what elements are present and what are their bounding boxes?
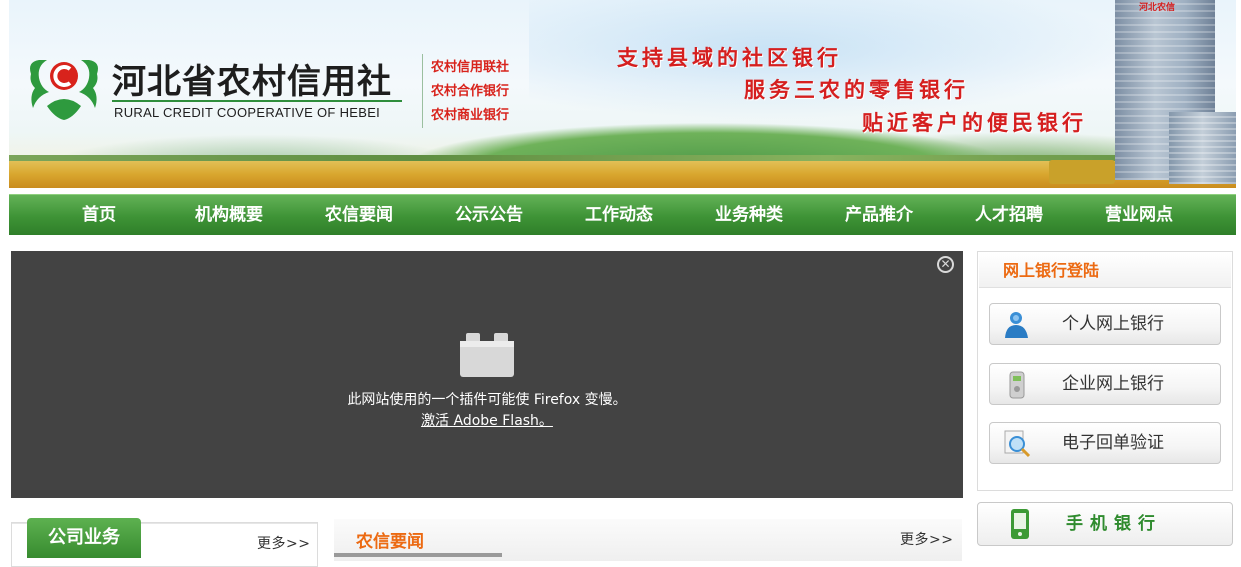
news-title-underline	[334, 553, 502, 557]
mobile-banking-button[interactable]: 手机银行	[977, 502, 1233, 546]
close-icon[interactable]: ✕	[937, 256, 954, 273]
activate-flash-link[interactable]: 激活 Adobe Flash。	[421, 413, 553, 429]
flash-warning-text: 此网站使用的一个插件可能使 Firefox 变慢。	[347, 392, 627, 408]
company-business-panel: 公司业务 更多>>	[11, 518, 318, 567]
magnifier-icon	[1004, 430, 1031, 458]
nav-item-overview[interactable]: 机构概要	[164, 195, 294, 235]
online-banking-panel: 网上银行登陆 个人网上银行 企业网上银行 电子回单验证	[977, 251, 1233, 491]
slogan-community-bank: 支持县域的社区银行	[617, 45, 842, 70]
nav-item-news[interactable]: 农信要闻	[294, 195, 424, 235]
mobile-banking-label: 手机银行	[1066, 514, 1162, 534]
news-panel-title[interactable]: 农信要闻	[356, 527, 424, 552]
logo-tag: 农村合作银行	[431, 84, 510, 99]
person-icon	[1005, 312, 1028, 338]
logo-divider	[112, 100, 402, 102]
nav-item-branches[interactable]: 营业网点	[1074, 195, 1204, 235]
phone-icon	[1011, 509, 1029, 539]
personal-banking-button[interactable]: 个人网上银行	[989, 303, 1221, 345]
news-more-link[interactable]: 更多>>	[900, 529, 953, 549]
tab-company-business[interactable]: 公司业务	[27, 518, 141, 558]
online-banking-title: 网上银行登陆	[979, 253, 1231, 288]
company-business-more-link[interactable]: 更多>>	[257, 533, 310, 553]
plugin-icon	[460, 333, 514, 377]
nav-item-products[interactable]: 产品推介	[814, 195, 944, 235]
logo-english-name: RURAL CREDIT COOPERATIVE OF HEBEI	[114, 105, 381, 120]
slogan-convenience-bank: 贴近客户的便民银行	[862, 110, 1087, 135]
logo-tag-list: 农村信用联社 农村合作银行 农村商业银行	[431, 56, 509, 128]
logo-icon	[30, 60, 98, 120]
logo-tag: 农村信用联社	[431, 60, 510, 75]
receipt-verify-label: 电子回单验证	[1062, 433, 1164, 453]
main-nav: 首页 机构概要 农信要闻 公示公告 工作动态 业务种类 产品推介 人才招聘 营业…	[9, 194, 1236, 235]
rural-credit-news-panel: 农信要闻 更多>>	[334, 519, 962, 561]
nav-item-work[interactable]: 工作动态	[554, 195, 684, 235]
enterprise-banking-button[interactable]: 企业网上银行	[989, 363, 1221, 405]
receipt-verify-button[interactable]: 电子回单验证	[989, 422, 1221, 464]
logo-chinese-name: 河北省农村信用社	[112, 62, 392, 102]
building-sign: 河北农信	[1139, 3, 1176, 13]
usb-key-icon	[1009, 371, 1025, 399]
side-building	[1169, 112, 1236, 184]
nav-item-business[interactable]: 业务种类	[684, 195, 814, 235]
logo-tag: 农村商业银行	[431, 108, 510, 123]
nav-item-home[interactable]: 首页	[34, 195, 164, 235]
harvester-image	[1049, 160, 1115, 184]
personal-banking-label: 个人网上银行	[1062, 314, 1164, 334]
flash-plugin-placeholder[interactable]: ✕ 此网站使用的一个插件可能使 Firefox 变慢。 激活 Adobe Fla…	[11, 251, 963, 498]
nav-item-recruitment[interactable]: 人才招聘	[944, 195, 1074, 235]
logo-vertical-divider	[422, 54, 423, 128]
nav-item-notices[interactable]: 公示公告	[424, 195, 554, 235]
header-banner: 河北省农村信用社 RURAL CREDIT COOPERATIVE OF HEB…	[9, 0, 1236, 188]
enterprise-banking-label: 企业网上银行	[1062, 374, 1164, 394]
slogan-retail-bank: 服务三农的零售银行	[744, 77, 969, 102]
